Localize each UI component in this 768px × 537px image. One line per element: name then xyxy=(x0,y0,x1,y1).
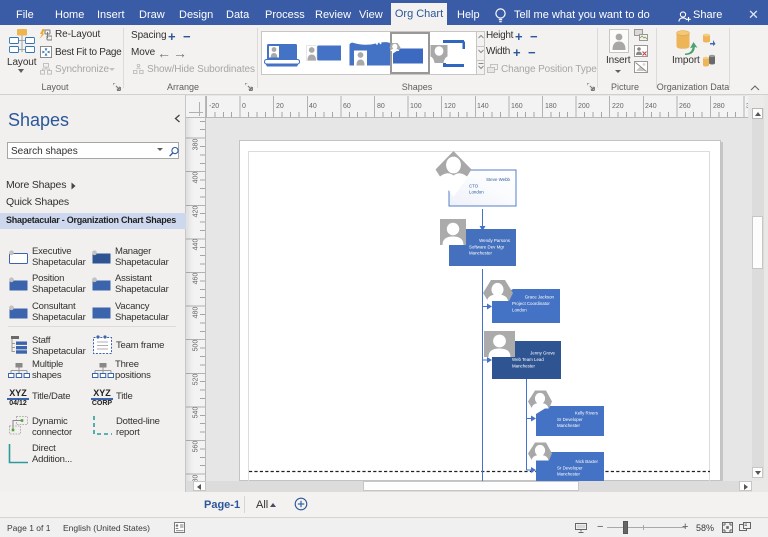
svg-text:London: London xyxy=(512,308,527,313)
svg-text:CTO: CTO xyxy=(469,184,479,189)
svg-text:Project Coordinator: Project Coordinator xyxy=(512,301,550,306)
svg-text:Sr Developer: Sr Developer xyxy=(557,466,583,471)
svg-text:Nick Baxter: Nick Baxter xyxy=(576,459,599,464)
svg-text:Web Team Lead: Web Team Lead xyxy=(512,357,544,362)
svg-text:Software Dev Mgr: Software Dev Mgr xyxy=(469,245,505,250)
svg-text:Manchester: Manchester xyxy=(512,364,535,369)
svg-text:Steve Webb: Steve Webb xyxy=(486,177,510,182)
svg-text:Manchester: Manchester xyxy=(557,423,580,428)
svg-text:Grace Jackson: Grace Jackson xyxy=(525,295,555,300)
svg-text:London: London xyxy=(469,190,484,195)
svg-text:Manchester: Manchester xyxy=(557,472,580,477)
svg-text:Jenny Grove: Jenny Grove xyxy=(530,351,555,356)
svg-text:Sr Developer: Sr Developer xyxy=(557,417,583,422)
svg-text:Kelly Rivers: Kelly Rivers xyxy=(575,411,599,416)
svg-text:Wendy Parsons: Wendy Parsons xyxy=(479,238,511,243)
svg-text:Manchester: Manchester xyxy=(469,251,492,256)
